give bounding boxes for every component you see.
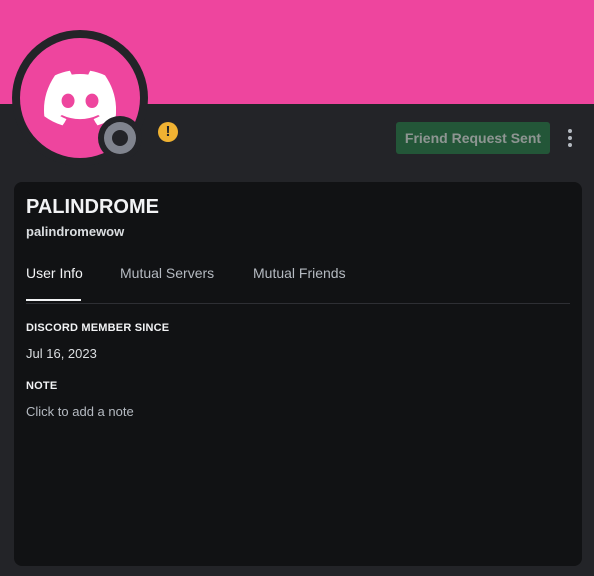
status-indicator (98, 116, 142, 160)
user-profile-popout: ! Friend Request Sent PALINDROME palindr… (0, 0, 594, 576)
username: palindromewow (26, 224, 125, 239)
profile-tabs: User Info Mutual Servers Mutual Friends (26, 265, 570, 304)
active-tab-indicator (26, 299, 81, 301)
offline-status-icon (104, 122, 136, 154)
tab-user-info[interactable]: User Info (26, 265, 83, 281)
friend-request-sent-button[interactable]: Friend Request Sent (396, 122, 550, 154)
note-input[interactable]: Click to add a note (26, 404, 134, 419)
warning-icon[interactable]: ! (158, 122, 178, 142)
note-title: NOTE (26, 380, 58, 392)
dot (568, 129, 572, 133)
discord-logo-icon (44, 70, 116, 126)
dot (568, 136, 572, 140)
member-since-title: DISCORD MEMBER SINCE (26, 322, 170, 334)
profile-card: PALINDROME palindromewow User Info Mutua… (14, 182, 582, 566)
member-since-value: Jul 16, 2023 (26, 346, 97, 361)
more-options-icon[interactable] (560, 126, 580, 150)
display-name: PALINDROME (26, 196, 159, 218)
tab-mutual-friends[interactable]: Mutual Friends (253, 265, 346, 281)
tab-mutual-servers[interactable]: Mutual Servers (120, 265, 214, 281)
dot (568, 143, 572, 147)
